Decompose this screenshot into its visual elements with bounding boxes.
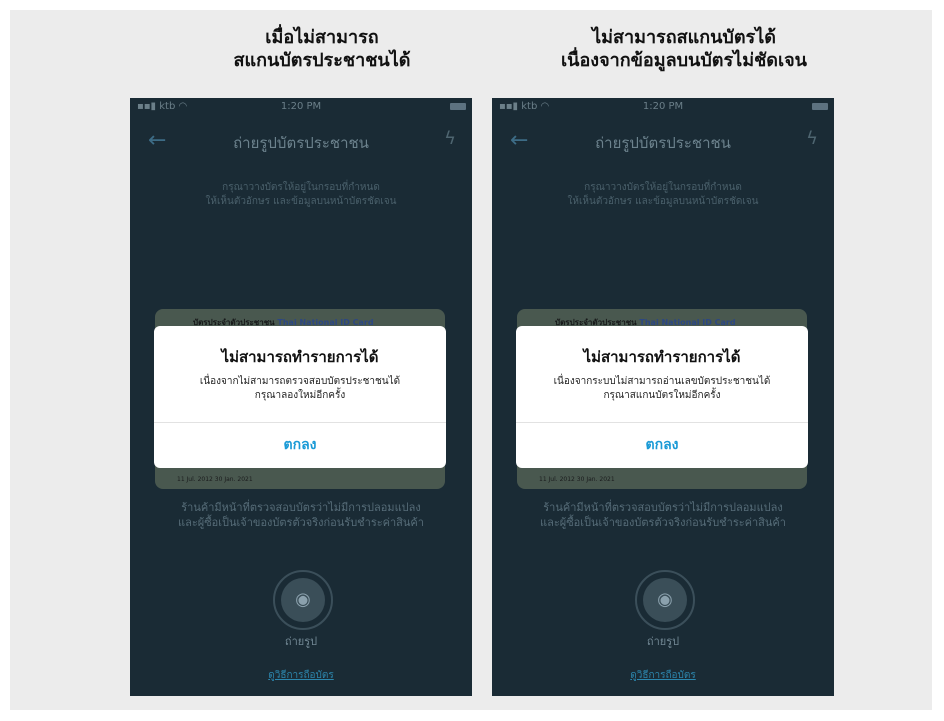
battery-icon	[812, 103, 828, 110]
error-dialog: ไม่สามารถทำรายการได้ เนื่องจากไม่สามารถต…	[154, 326, 446, 468]
shutter-label: ถ่ายรูป	[646, 635, 680, 648]
caption-line: ไม่สามารถสแกนบัตรได้	[592, 27, 776, 48]
page-title: ถ่ายรูปบัตรประชาชน	[595, 134, 731, 152]
dialog-title: ไม่สามารถทำรายการได้	[583, 348, 741, 366]
dialog-message: เนื่องจากระบบไม่สามารถอ่านเลขบัตรประชาชน…	[553, 376, 771, 401]
page-title: ถ่ายรูปบัตรประชาชน	[233, 134, 369, 152]
shutter-label: ถ่ายรูป	[284, 635, 318, 648]
flash-off-icon[interactable]: ϟ	[444, 128, 456, 149]
ok-button[interactable]: ตกลง	[154, 423, 446, 468]
camera-icon: ◉	[643, 578, 687, 622]
battery-icon	[450, 103, 466, 110]
nav-bar: ← ถ่ายรูปบัตรประชาชน ϟ	[130, 126, 472, 156]
dialog-title: ไม่สามารถทำรายการได้	[221, 348, 379, 366]
warning-text: ร้านค้ามีหน้าที่ตรวจสอบบัตรว่าไม่มีการปล…	[540, 501, 786, 529]
status-bar: ▪▪▮ ktb ◠ 1:20 PM	[492, 98, 834, 116]
phone-screen: ▪▪▮ ktb ◠ 1:20 PM ← ถ่ายรูปบัตรประชาชน ϟ…	[492, 98, 834, 696]
flash-off-icon[interactable]: ϟ	[806, 128, 818, 149]
shutter-button[interactable]: ◉	[273, 570, 333, 630]
caption-line: เนื่องจากข้อมูลบนบัตรไม่ชัดเจน	[561, 50, 807, 71]
status-time: 1:20 PM	[280, 101, 322, 112]
id-card-dates: 11 Jul. 2012 30 Jan. 2021	[539, 476, 615, 483]
instruction-text: กรุณาวางบัตรให้อยู่ในกรอบที่กำหนด ให้เห็…	[567, 182, 759, 207]
dialog-message: เนื่องจากไม่สามารถตรวจสอบบัตรประชาชนได้ …	[199, 376, 401, 401]
panel-caption: เมื่อไม่สามารถ สแกนบัตรประชาชนได้	[172, 26, 472, 72]
status-bar: ▪▪▮ ktb ◠ 1:20 PM	[130, 98, 472, 116]
instruction-text: กรุณาวางบัตรให้อยู่ในกรอบที่กำหนด ให้เห็…	[205, 182, 397, 207]
id-card-dates: 11 Jul. 2012 30 Jan. 2021	[177, 476, 253, 483]
error-dialog: ไม่สามารถทำรายการได้ เนื่องจากระบบไม่สาม…	[516, 326, 808, 468]
status-time: 1:20 PM	[642, 101, 684, 112]
how-to-hold-card-link[interactable]: ดูวิธีการถือบัตร	[130, 668, 472, 683]
shutter-button[interactable]: ◉	[635, 570, 695, 630]
how-to-hold-card-link[interactable]: ดูวิธีการถือบัตร	[492, 668, 834, 683]
camera-icon: ◉	[281, 578, 325, 622]
comparison-panel: เมื่อไม่สามารถ สแกนบัตรประชาชนได้ ▪▪▮ kt…	[10, 10, 932, 710]
nav-bar: ← ถ่ายรูปบัตรประชาชน ϟ	[492, 126, 834, 156]
phone-screen: ▪▪▮ ktb ◠ 1:20 PM ← ถ่ายรูปบัตรประชาชน ϟ…	[130, 98, 472, 696]
warning-text: ร้านค้ามีหน้าที่ตรวจสอบบัตรว่าไม่มีการปล…	[178, 501, 424, 529]
caption-line: สแกนบัตรประชาชนได้	[233, 50, 411, 71]
panel-caption: ไม่สามารถสแกนบัตรได้ เนื่องจากข้อมูลบนบั…	[534, 26, 834, 72]
ok-button[interactable]: ตกลง	[516, 423, 808, 468]
caption-line: เมื่อไม่สามารถ	[265, 27, 379, 48]
